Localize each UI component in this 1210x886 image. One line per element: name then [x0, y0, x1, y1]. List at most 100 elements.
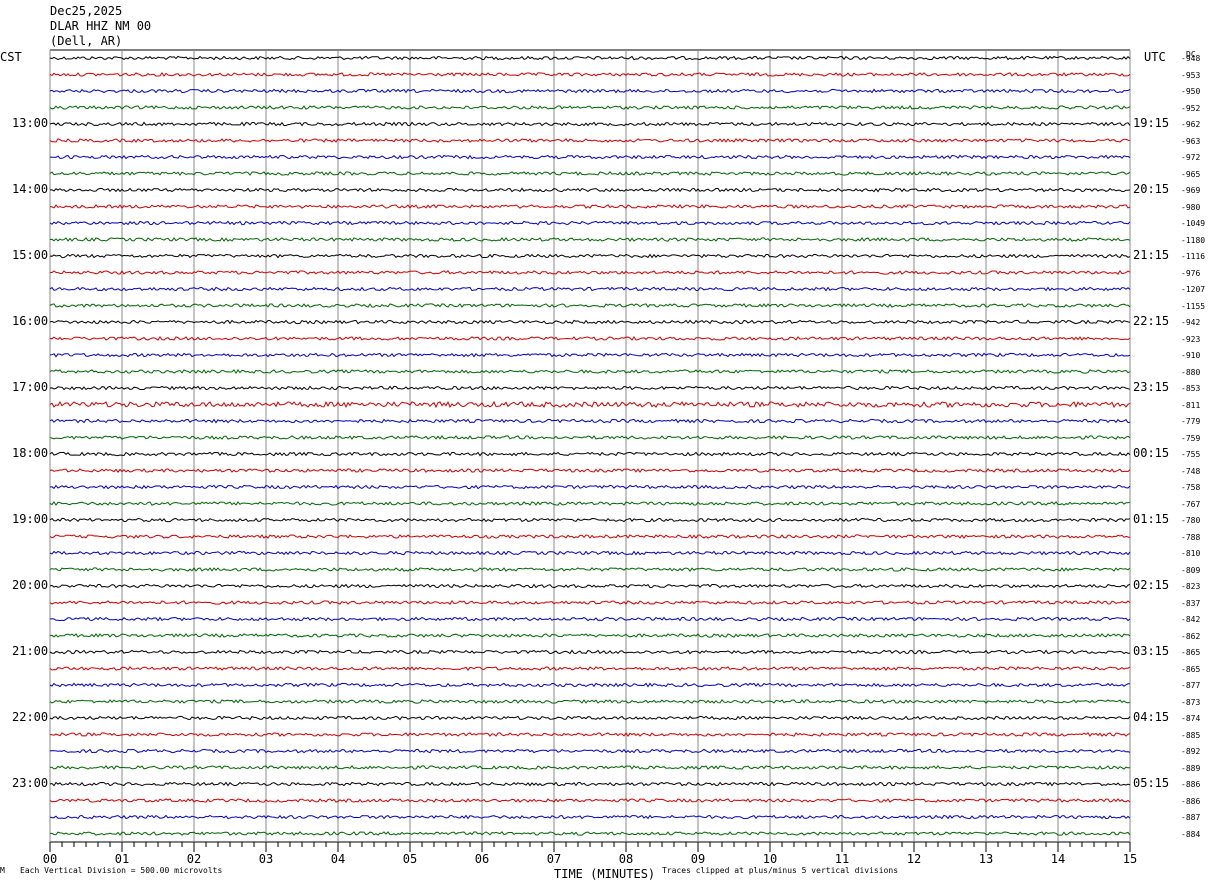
right-hour-label: 03:15 — [1133, 644, 1170, 658]
dc-offset-label: -950 — [1181, 87, 1201, 96]
left-hour-label: 15:00 — [12, 248, 49, 262]
right-hour-label: 23:15 — [1133, 380, 1170, 394]
seismic-trace — [49, 154, 1131, 160]
x-tick-label: 08 — [619, 852, 633, 866]
dc-offset-label: -865 — [1181, 648, 1201, 657]
dc-offset-label: -976 — [1181, 268, 1201, 278]
dc-offset-label: -884 — [1181, 829, 1201, 839]
dc-offset-label: -877 — [1181, 681, 1201, 690]
seismic-trace — [49, 534, 1131, 539]
seismic-trace — [49, 204, 1131, 209]
seismic-trace — [49, 732, 1131, 737]
x-tick-label: 15 — [1123, 852, 1137, 866]
seismic-trace — [49, 633, 1131, 638]
dc-offset-label: -953 — [1181, 70, 1201, 80]
x-tick-label: 01 — [115, 852, 129, 866]
seismic-trace — [49, 88, 1131, 94]
seismic-trace — [49, 55, 1131, 61]
seismic-trace — [49, 550, 1131, 556]
right-hour-label: 20:15 — [1133, 182, 1170, 196]
dc-offset-label: -788 — [1181, 532, 1201, 542]
seismic-trace — [49, 220, 1131, 226]
dc-offset-label: -892 — [1181, 747, 1201, 756]
seismic-trace — [49, 171, 1131, 176]
seismic-trace — [49, 616, 1131, 622]
x-tick-label: 10 — [763, 852, 777, 866]
dc-offset-label: -1049 — [1181, 219, 1206, 228]
dc-offset-label: -969 — [1181, 186, 1201, 195]
right-hour-label: 02:15 — [1133, 578, 1170, 592]
seismic-trace — [49, 765, 1131, 770]
seismic-trace — [49, 666, 1131, 671]
dc-offset-label: -1180 — [1181, 235, 1206, 245]
dc-offset-label: -952 — [1181, 103, 1201, 113]
left-hour-label: 23:00 — [12, 776, 49, 790]
dc-offset-label: -862 — [1181, 631, 1201, 641]
corner-mark: M — [0, 866, 5, 875]
seismic-trace — [49, 369, 1131, 375]
seismic-trace — [49, 517, 1131, 523]
dc-offset-label: -842 — [1181, 615, 1201, 624]
right-hour-label: 01:15 — [1133, 512, 1170, 526]
seismic-trace — [49, 567, 1131, 572]
left-hour-label: 14:00 — [12, 182, 49, 196]
seismic-trace — [49, 798, 1131, 803]
x-tick-label: 04 — [331, 852, 345, 866]
dc-offset-label: -972 — [1181, 153, 1201, 162]
seismic-trace — [49, 335, 1131, 341]
dc-offset-label: -758 — [1181, 483, 1201, 492]
dc-offset-label: -942 — [1181, 318, 1201, 327]
dc-offset-label: -748 — [1181, 466, 1201, 476]
left-hour-label: 17:00 — [12, 380, 49, 394]
seismic-trace — [49, 468, 1131, 473]
x-tick-label: 09 — [691, 852, 705, 866]
dc-offset-label: -980 — [1181, 202, 1201, 212]
dc-offset-label: -809 — [1181, 565, 1201, 575]
seismic-trace — [49, 748, 1131, 754]
dc-offset-label: -755 — [1181, 450, 1201, 459]
x-axis-title: TIME (MINUTES) — [554, 867, 656, 881]
dc-offset-label: -810 — [1181, 549, 1201, 558]
seismic-trace — [49, 451, 1131, 457]
dc-offset-label: -823 — [1181, 582, 1201, 591]
minute-grid — [49, 49, 1131, 843]
seismic-trace — [49, 484, 1131, 490]
x-tick-label: 14 — [1051, 852, 1065, 866]
right-hour-label: 05:15 — [1133, 776, 1170, 790]
x-tick-label: 13 — [979, 852, 993, 866]
right-hour-label: 04:15 — [1133, 710, 1170, 724]
seismic-trace — [49, 400, 1131, 409]
seismic-trace — [49, 781, 1131, 787]
left-hour-label: 22:00 — [12, 710, 49, 724]
scale-note: Each Vertical Division = 500.00 microvol… — [20, 866, 223, 875]
x-tick-label: 06 — [475, 852, 489, 866]
seismic-trace — [49, 831, 1131, 836]
dc-offset-label: -811 — [1181, 400, 1201, 410]
right-hour-label: 19:15 — [1133, 116, 1170, 130]
seismic-trace — [49, 435, 1131, 440]
dc-offset-label: -923 — [1181, 334, 1201, 344]
seismic-trace — [49, 187, 1131, 193]
dc-offset-label: -853 — [1181, 384, 1201, 393]
seismic-trace — [49, 319, 1131, 325]
dc-offset-label: -1155 — [1181, 301, 1206, 311]
x-tick-label: 02 — [187, 852, 201, 866]
dc-offset-label: -910 — [1181, 351, 1201, 360]
seismic-trace — [49, 600, 1131, 605]
seismic-trace — [49, 814, 1131, 820]
dc-offset-label: -1116 — [1181, 252, 1206, 261]
seismic-trace — [49, 699, 1131, 704]
dc-offset-label: -759 — [1181, 433, 1201, 443]
x-tick-label: 05 — [403, 852, 417, 866]
left-hour-label: 19:00 — [12, 512, 49, 526]
seismic-trace — [50, 270, 1131, 275]
dc-offset-label: -767 — [1181, 499, 1201, 509]
seismic-trace — [49, 649, 1131, 655]
dc-offset-label: -889 — [1181, 763, 1201, 773]
right-hour-label: 00:15 — [1133, 446, 1170, 460]
dc-offset-label: -963 — [1181, 136, 1201, 146]
seismic-trace — [49, 286, 1131, 292]
dc-offset-label: -779 — [1181, 417, 1201, 426]
left-hour-label: 21:00 — [12, 644, 49, 658]
dc-offset-label: -780 — [1181, 516, 1201, 525]
